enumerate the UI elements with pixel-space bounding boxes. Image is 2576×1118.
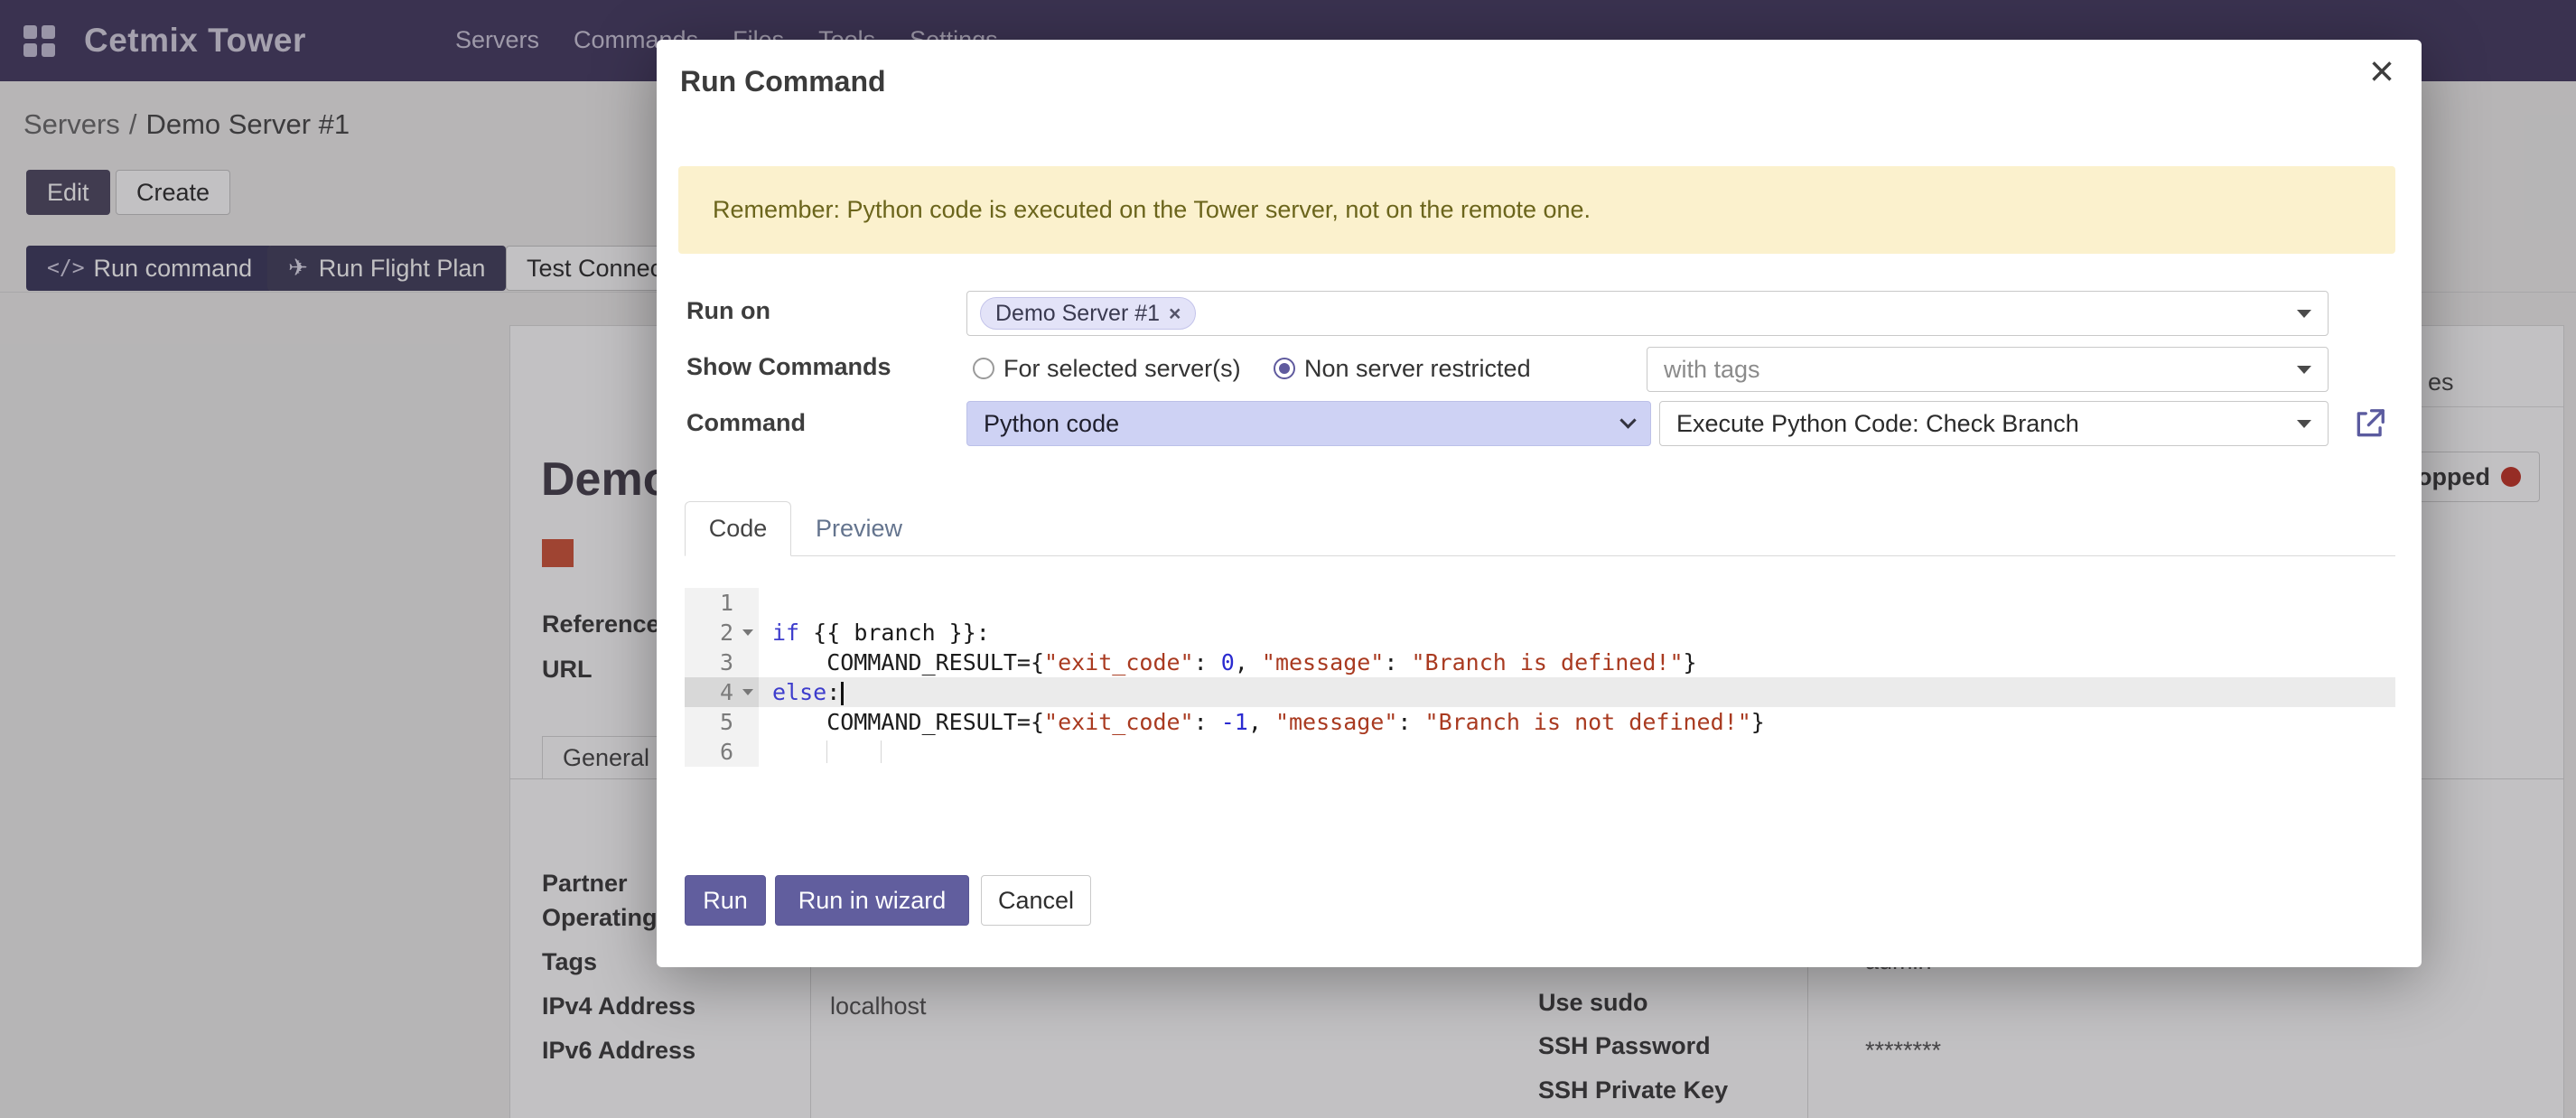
run-command-modal: Run Command × Remember: Python code is e… [657,40,2422,967]
command-select-value: Execute Python Code: Check Branch [1676,410,2079,438]
server-tag-label: Demo Server #1 [995,301,1160,327]
fold-arrow-icon[interactable] [742,689,753,695]
with-tags-select[interactable]: with tags [1647,347,2329,392]
line-number: 5 [685,707,759,737]
code-editor[interactable]: 1 2 if {{ branch }}: 3 COMMAND_RESULT={"… [685,588,2395,767]
command-type-select[interactable]: Python code [966,401,1651,446]
run-on-field[interactable]: Demo Server #1 × [966,291,2329,336]
warning-alert: Remember: Python code is executed on the… [678,166,2395,254]
tag-remove-icon[interactable]: × [1169,303,1181,324]
external-link-icon[interactable] [2353,406,2387,441]
command-select[interactable]: Execute Python Code: Check Branch [1659,401,2329,446]
command-label: Command [686,409,806,437]
with-tags-placeholder: with tags [1664,356,1760,384]
fold-arrow-icon[interactable] [742,629,753,636]
code-line[interactable]: 5 COMMAND_RESULT={"exit_code": -1, "mess… [685,707,2395,737]
code-line[interactable]: 1 [685,588,2395,618]
chevron-down-icon [2297,366,2311,374]
chevron-down-icon [2297,420,2311,428]
run-in-wizard-button[interactable]: Run in wizard [775,875,969,926]
radio-non-server-restricted-label[interactable]: Non server restricted [1304,355,1531,383]
code-line[interactable]: 2 if {{ branch }}: [685,618,2395,648]
text-cursor [841,682,844,705]
indent-guide [881,741,882,763]
close-icon[interactable]: × [2369,51,2394,94]
server-tag-pill[interactable]: Demo Server #1 × [980,297,1196,330]
cancel-button[interactable]: Cancel [981,875,1091,926]
tab-preview[interactable]: Preview [816,501,902,556]
line-number: 3 [685,648,759,677]
chevron-down-icon [1619,412,1636,428]
command-type-value: Python code [984,410,1119,438]
code-line[interactable]: 6 [685,737,2395,767]
run-button[interactable]: Run [685,875,766,926]
run-on-label: Run on [686,297,770,325]
line-number: 4 [685,677,759,707]
modal-title: Run Command [680,65,886,98]
indent-guide [826,741,827,763]
line-number: 6 [685,737,759,767]
radio-non-server-restricted[interactable] [1274,358,1295,379]
screen: Cetmix Tower Servers Commands Files Tool… [0,0,2576,1118]
radio-for-selected-servers-label[interactable]: For selected server(s) [1003,355,1241,383]
radio-for-selected-servers[interactable] [973,358,994,379]
code-line-active[interactable]: 4 else: [685,677,2395,707]
line-number: 2 [685,618,759,648]
tabs-underline [685,555,2395,556]
tab-code[interactable]: Code [685,501,791,556]
line-number: 1 [685,588,759,618]
chevron-down-icon [2297,310,2311,318]
show-commands-label: Show Commands [686,353,891,381]
code-line[interactable]: 3 COMMAND_RESULT={"exit_code": 0, "messa… [685,648,2395,677]
